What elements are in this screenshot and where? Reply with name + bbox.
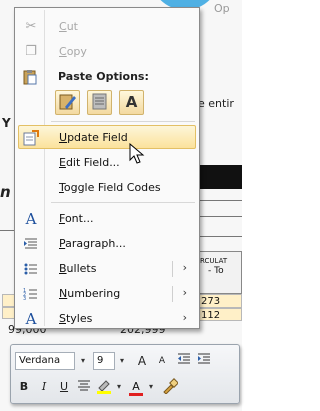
paste-merge-icon [92,93,107,110]
font-color-dropdown-icon[interactable]: ▾ [145,378,157,396]
underline-button[interactable]: U [55,378,73,396]
menu-item-label: Bullets [59,262,97,275]
paste-keep-source-formatting-button[interactable] [55,90,80,115]
table-dark-header [196,165,242,189]
table-line [196,216,242,217]
doc-partial-text: n [0,183,11,201]
menu-separator [51,202,195,203]
font-size-dropdown-icon[interactable]: ▾ [116,352,128,370]
svg-text:3: 3 [23,296,26,302]
menu-separator [51,121,195,122]
scissors-icon: ✂ [25,19,37,34]
decrease-indent-icon [178,353,190,364]
table-line [0,230,14,231]
doc-partial-text: Y [2,116,11,130]
styles-icon: A [25,310,37,328]
clipboard-icon [22,69,38,85]
decrease-indent-button[interactable] [175,352,193,370]
menu-item-update-field[interactable]: Update Field [18,125,196,149]
highlighter-icon [97,380,111,394]
numbering-icon: 1 2 3 [23,286,39,302]
menu-item-label: Styles [59,312,93,325]
submenu-arrow-icon[interactable]: › [183,311,187,324]
paste-keep-text-only-button[interactable]: A [119,90,144,115]
increase-indent-icon [198,353,210,364]
menu-item-numbering[interactable]: 1 2 3 Numbering › [18,281,196,305]
copy-icon: ❐ [25,44,37,59]
table-header-line1: RCULAT [200,257,228,265]
table-header-cell: RCULAT - To [196,251,242,294]
menu-item-label: Font... [59,212,94,225]
paste-options-label: Paste Options: [58,70,149,83]
table-header-line2: - To [208,266,224,276]
menu-item-label: Update Field [59,131,128,144]
format-painter-icon [163,378,179,395]
menu-item-label: Edit Field... [59,156,120,169]
center-align-icon [78,380,90,391]
paste-brush-icon [59,94,76,110]
font-name-box[interactable]: Verdana [15,352,75,370]
menu-item-font[interactable]: A Font... [18,206,196,230]
table-line [196,200,242,201]
submenu-divider [172,286,173,302]
paste-options-header: Paste Options: [18,66,196,88]
menu-item-label: Cut [59,20,78,33]
menu-item-toggle-field-codes[interactable]: Toggle Field Codes [18,175,196,199]
italic-button[interactable]: I [35,378,53,396]
format-painter-button[interactable] [161,378,179,396]
menu-item-label: Paragraph... [59,237,126,250]
menu-item-edit-field[interactable]: Edit Field... [18,150,196,174]
menu-item-label: Numbering [59,287,121,300]
doc-partial-text: e entir [198,97,234,110]
highlight-dropdown-icon[interactable]: ▾ [113,378,125,396]
context-menu: ✂ Cut ❐ Copy Paste Options: A Update Fie… [14,7,200,329]
table-cell: 273 [196,294,242,308]
font-icon: A [25,210,37,228]
submenu-divider [172,261,173,277]
doc-partial-text: Op [214,2,230,15]
bold-button[interactable]: B [15,378,33,396]
paragraph-icon [23,236,39,252]
menu-item-styles[interactable]: A Styles › [18,306,196,330]
paste-merge-formatting-button[interactable] [87,90,112,115]
font-size-box[interactable]: 9 [93,352,115,370]
mouse-cursor-icon [129,143,145,164]
menu-item-label: Toggle Field Codes [59,181,161,194]
submenu-arrow-icon[interactable]: › [183,286,187,299]
update-field-icon [23,130,39,146]
menu-item-copy[interactable]: ❐ Copy [18,39,196,63]
menu-item-cut[interactable]: ✂ Cut [18,14,196,38]
font-color-letter: A [132,380,140,393]
table-cell: 112 [196,308,242,321]
mini-formatting-toolbar: Verdana ▾ 9 ▾ A A B I U ▾ A ▾ [10,344,240,404]
menu-item-paragraph[interactable]: Paragraph... [18,231,196,255]
menu-item-label: Copy [59,45,87,58]
increase-indent-button[interactable] [195,352,213,370]
table-line [196,236,242,237]
bullets-icon [23,261,39,277]
submenu-arrow-icon[interactable]: › [183,261,187,274]
grow-font-button[interactable]: A [133,352,151,370]
font-name-dropdown-icon[interactable]: ▾ [77,352,89,370]
highlight-color-button[interactable] [95,378,113,396]
menu-item-bullets[interactable]: Bullets › [18,256,196,280]
shrink-font-button[interactable]: A [153,352,171,370]
font-color-swatch [129,393,143,396]
font-color-button[interactable]: A [127,378,145,396]
center-align-button[interactable] [75,378,93,396]
